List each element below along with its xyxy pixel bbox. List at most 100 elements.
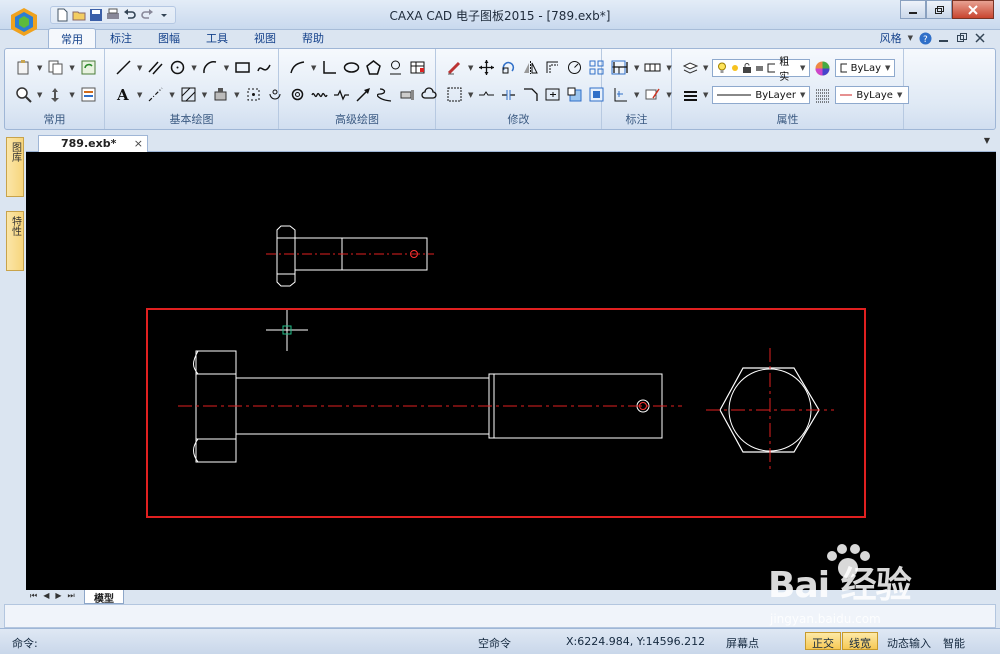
chamfer-icon[interactable] <box>522 86 539 103</box>
tolerance-dropdown-icon[interactable]: ▼ <box>666 64 671 72</box>
ellipse-icon[interactable] <box>343 59 360 76</box>
ortho-line-icon[interactable] <box>321 59 338 76</box>
rotate-icon[interactable] <box>500 59 517 76</box>
hex-end-view[interactable] <box>706 348 834 472</box>
restore-button[interactable] <box>926 0 952 19</box>
tolerance-icon[interactable] <box>644 59 661 76</box>
close-button[interactable] <box>952 0 994 19</box>
parallel-line-icon[interactable] <box>147 59 164 76</box>
style-menu[interactable]: 风格 <box>880 30 902 46</box>
tab-help[interactable]: 帮助 <box>290 28 336 48</box>
document-tab-close-icon[interactable]: × <box>134 137 143 150</box>
block-icon[interactable] <box>212 86 229 103</box>
side-tab-library[interactable]: 图库 <box>6 137 24 197</box>
document-tab[interactable]: 789.exb* × <box>38 135 148 152</box>
wave-line-icon[interactable] <box>311 86 328 103</box>
ribbon-close-icon[interactable] <box>974 32 986 44</box>
smart-snap-toggle[interactable]: 智能 <box>936 632 972 650</box>
help-icon[interactable]: ? <box>919 32 932 45</box>
linestyle-icon[interactable] <box>682 87 699 104</box>
tab-view[interactable]: 视图 <box>242 28 288 48</box>
break-line-icon[interactable] <box>333 86 350 103</box>
lineweight-icon[interactable] <box>814 87 831 104</box>
mirror-icon[interactable] <box>522 59 539 76</box>
trim-dropdown-icon[interactable]: ▼ <box>468 91 473 99</box>
leader-text-dropdown-icon[interactable]: ▼ <box>666 91 671 99</box>
ribbon-minimize-icon[interactable] <box>938 32 950 44</box>
color-wheel-icon[interactable] <box>814 60 831 77</box>
arc-dropdown-icon[interactable]: ▼ <box>224 64 229 72</box>
hatch-dropdown-icon[interactable]: ▼ <box>202 91 207 99</box>
model-tab[interactable]: 模型 <box>84 590 124 605</box>
point-icon[interactable] <box>245 86 262 103</box>
minimize-button[interactable] <box>900 0 926 19</box>
lineweight-toggle[interactable]: 线宽 <box>842 632 878 650</box>
pan-icon[interactable] <box>47 86 64 103</box>
drawing-canvas[interactable] <box>26 152 996 590</box>
gear-icon[interactable] <box>289 86 306 103</box>
erase-dropdown-icon[interactable]: ▼ <box>468 64 473 72</box>
copy-icon[interactable] <box>47 59 64 76</box>
block-dropdown-icon[interactable]: ▼ <box>234 91 239 99</box>
coordinate-dim-icon[interactable] <box>612 86 629 103</box>
fillet-icon[interactable] <box>566 59 583 76</box>
line-dropdown-icon[interactable]: ▼ <box>137 64 142 72</box>
centerline-icon[interactable] <box>147 86 164 103</box>
polyline-icon[interactable] <box>289 59 306 76</box>
coordinate-dim-dropdown-icon[interactable]: ▼ <box>634 91 639 99</box>
ortho-toggle[interactable]: 正交 <box>805 632 841 650</box>
small-bolt-drawing[interactable] <box>266 225 434 287</box>
layout-nav-arrows[interactable]: ⏮◀▶⏭ <box>30 591 81 601</box>
break-icon[interactable] <box>500 86 517 103</box>
move-icon[interactable] <box>478 59 495 76</box>
circle-icon[interactable] <box>169 59 186 76</box>
ribbon-restore-icon[interactable] <box>956 32 968 44</box>
zoom-icon[interactable] <box>15 86 32 103</box>
tab-annotation[interactable]: 标注 <box>98 28 144 48</box>
stud-icon[interactable] <box>399 86 416 103</box>
layer-manager-dropdown-icon[interactable]: ▼ <box>703 64 708 72</box>
polygon-icon[interactable] <box>365 59 382 76</box>
layer-manager-icon[interactable] <box>682 60 699 77</box>
linestyle-dropdown-icon[interactable]: ▼ <box>703 91 708 99</box>
leader-text-icon[interactable] <box>644 86 661 103</box>
extend-icon[interactable] <box>478 86 495 103</box>
spline-icon[interactable] <box>256 59 273 76</box>
center-mark-icon[interactable] <box>387 59 404 76</box>
layer-select[interactable]: 粗实 ▼ <box>712 57 811 83</box>
paste-dropdown-icon[interactable]: ▼ <box>37 64 42 72</box>
dynamic-input-toggle[interactable]: 动态输入 <box>880 632 938 650</box>
tab-tools[interactable]: 工具 <box>194 28 240 48</box>
nurbs-icon[interactable] <box>377 86 394 103</box>
regenerate-icon[interactable] <box>80 59 97 76</box>
centerline-dropdown-icon[interactable]: ▼ <box>169 91 174 99</box>
erase-icon[interactable] <box>446 59 463 76</box>
pan-dropdown-icon[interactable]: ▼ <box>69 91 74 99</box>
lineweight-select[interactable]: ByLaye ▼ <box>835 86 910 104</box>
tab-drawing-frame[interactable]: 图幅 <box>146 28 192 48</box>
arrow-icon[interactable] <box>355 86 372 103</box>
large-bolt-drawing[interactable] <box>178 350 682 463</box>
line-icon[interactable] <box>115 59 132 76</box>
paste-icon[interactable] <box>15 59 32 76</box>
copy-dropdown-icon[interactable]: ▼ <box>69 64 74 72</box>
tab-list-dropdown-icon[interactable]: ▼ <box>984 136 990 145</box>
snap-mode-selector[interactable]: 屏幕点 <box>726 635 759 651</box>
zoom-dropdown-icon[interactable]: ▼ <box>37 91 42 99</box>
dimension-icon[interactable] <box>612 59 629 76</box>
properties-panel-icon[interactable] <box>80 86 97 103</box>
table-insert-icon[interactable] <box>409 59 426 76</box>
polyline-dropdown-icon[interactable]: ▼ <box>311 64 316 72</box>
explode-icon[interactable] <box>566 86 583 103</box>
side-tab-properties[interactable]: 特性 <box>6 211 24 271</box>
text-dropdown-icon[interactable]: ▼ <box>137 91 142 99</box>
tab-common[interactable]: 常用 <box>48 28 96 48</box>
circle-dropdown-icon[interactable]: ▼ <box>191 64 196 72</box>
text-icon[interactable]: A <box>115 86 132 103</box>
arc-icon[interactable] <box>202 59 219 76</box>
color-select[interactable]: ByLay ▼ <box>835 59 896 77</box>
rectangle-icon[interactable] <box>234 59 251 76</box>
hatch-icon[interactable] <box>180 86 197 103</box>
offset-icon[interactable] <box>544 59 561 76</box>
style-dropdown-icon[interactable]: ▼ <box>908 34 913 42</box>
